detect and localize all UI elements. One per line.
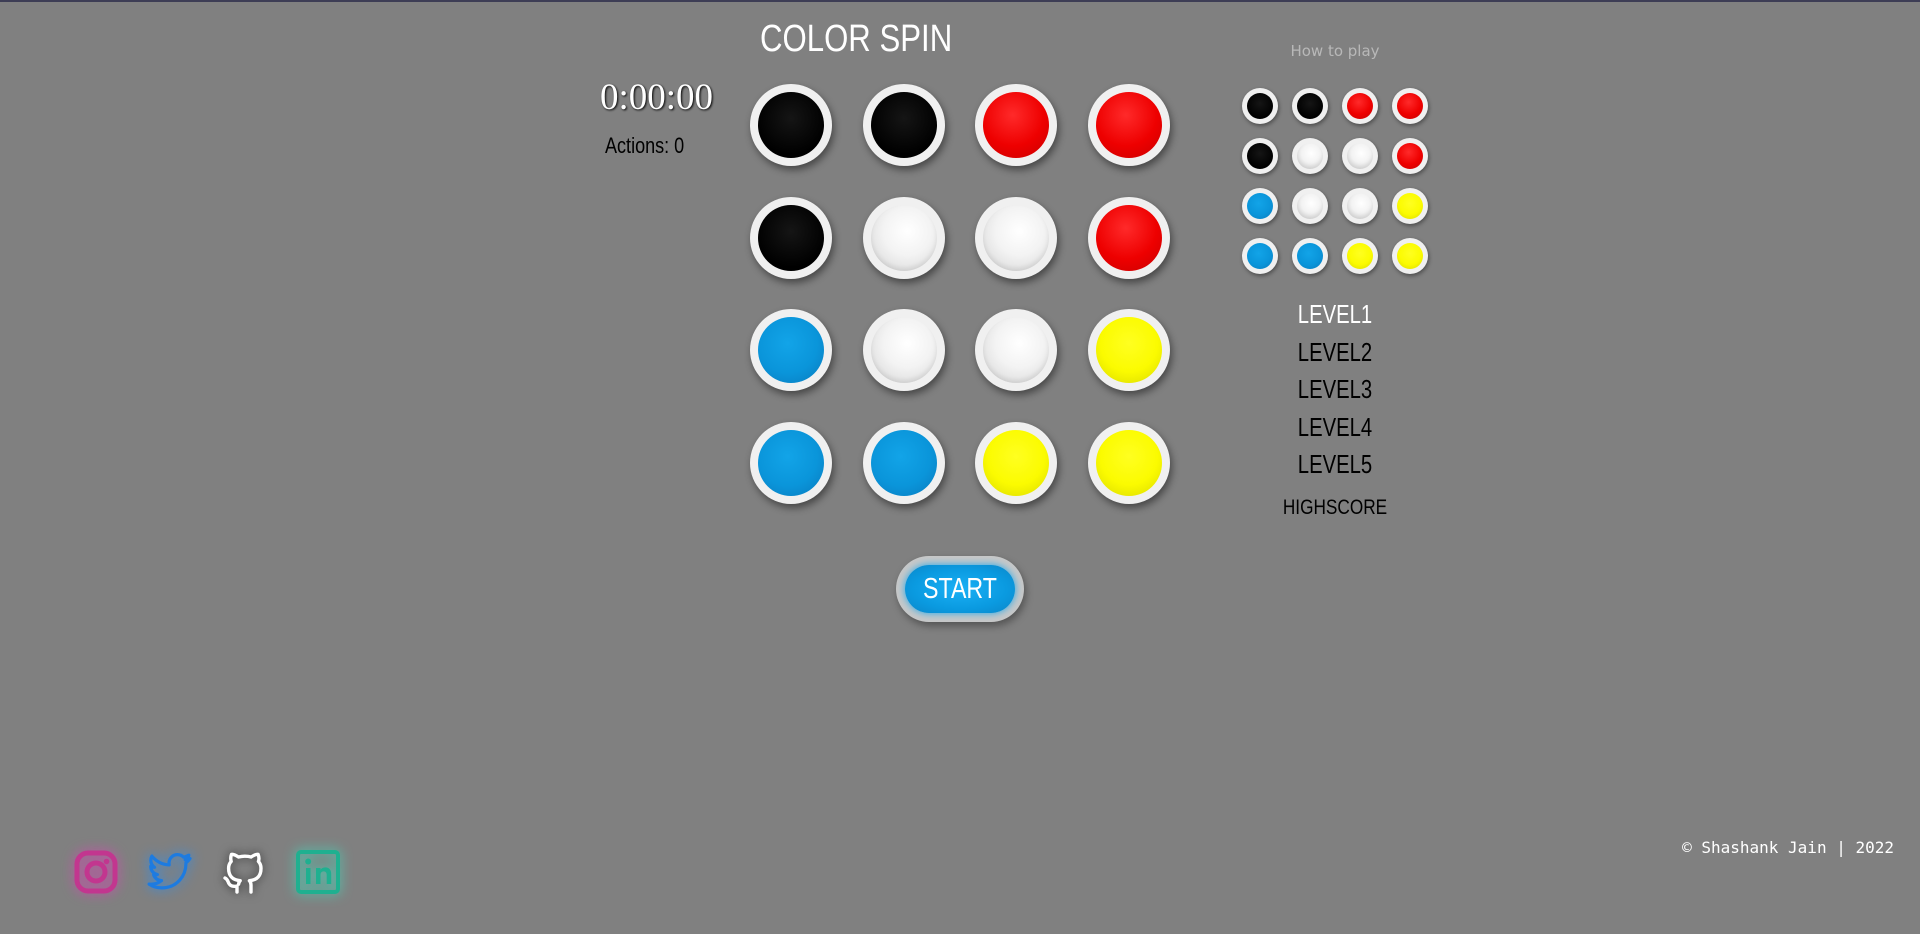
white-target-ball [1297, 193, 1323, 219]
target-cell-r4c2 [1292, 238, 1328, 274]
white-target-ball [1347, 193, 1373, 219]
target-cell-r4c4 [1392, 238, 1428, 274]
black-target-ball [1247, 143, 1273, 169]
board-cell-r2c4[interactable] [1087, 196, 1170, 279]
board-cell-r4c2[interactable] [862, 421, 945, 504]
blue-ball [758, 317, 824, 383]
board-cell-r1c2[interactable] [862, 84, 945, 166]
white-ball [870, 204, 937, 271]
level-2-button[interactable]: LEVEL2 [1277, 334, 1394, 372]
board-cell-r2c1[interactable] [750, 196, 832, 279]
white-ball [870, 317, 937, 383]
level-1-button[interactable]: LEVEL1 [1277, 296, 1394, 334]
yellow-ball [983, 429, 1049, 496]
blue-target-ball [1247, 193, 1273, 219]
github-icon [223, 852, 263, 894]
white-target-ball [1297, 143, 1323, 169]
board-cell-r1c1[interactable] [750, 84, 832, 166]
level-5-button[interactable]: LEVEL5 [1277, 446, 1394, 484]
board-cell-r3c2[interactable] [862, 309, 945, 391]
black-ball [758, 92, 824, 158]
red-target-ball [1397, 143, 1423, 169]
board-cell-r4c3[interactable] [975, 421, 1057, 504]
blue-ball [758, 429, 824, 496]
white-ball [983, 317, 1049, 383]
target-cell-r2c1 [1242, 138, 1278, 174]
board-cell-r2c3[interactable] [975, 196, 1057, 279]
red-target-ball [1397, 93, 1423, 119]
target-cell-r4c1 [1242, 238, 1278, 274]
actions-counter: Actions: 0 [605, 133, 685, 158]
instagram-link[interactable] [70, 846, 122, 898]
target-cell-r1c4 [1392, 88, 1428, 124]
target-cell-r1c1 [1242, 88, 1278, 124]
target-cell-r3c4 [1392, 188, 1428, 224]
linkedin-icon [296, 850, 340, 894]
target-cell-r2c2 [1292, 138, 1328, 174]
black-target-ball [1297, 93, 1323, 119]
yellow-target-ball [1397, 193, 1423, 219]
black-ball [870, 92, 937, 158]
black-ball [758, 204, 824, 271]
red-ball [983, 92, 1049, 158]
yellow-target-ball [1397, 243, 1423, 269]
copyright-text: © Shashank Jain | 2022 [1682, 838, 1894, 857]
yellow-target-ball [1347, 243, 1373, 269]
target-cell-r3c3 [1342, 188, 1378, 224]
target-cell-r3c1 [1242, 188, 1278, 224]
red-target-ball [1347, 93, 1373, 119]
board-cell-r4c1[interactable] [750, 421, 832, 504]
board-cell-r3c3[interactable] [975, 309, 1057, 391]
target-cell-r1c3 [1342, 88, 1378, 124]
level-list: LEVEL1 LEVEL2 LEVEL3 LEVEL4 LEVEL5 [1260, 296, 1410, 484]
target-cell-r4c3 [1342, 238, 1378, 274]
level-4-button[interactable]: LEVEL4 [1277, 409, 1394, 447]
red-ball [1095, 204, 1162, 271]
top-border [0, 0, 1920, 2]
white-ball [983, 204, 1049, 271]
blue-ball [870, 429, 937, 496]
linkedin-link[interactable] [292, 846, 344, 898]
yellow-ball [1095, 429, 1162, 496]
blue-target-ball [1297, 243, 1323, 269]
timer: 0:00:00 [600, 77, 714, 118]
start-button-label: START [923, 573, 997, 605]
white-target-ball [1347, 143, 1373, 169]
highscore-button[interactable]: HIGHSCORE [1274, 496, 1397, 520]
red-ball [1095, 92, 1162, 158]
yellow-ball [1095, 317, 1162, 383]
target-cell-r2c4 [1392, 138, 1428, 174]
twitter-icon [147, 853, 192, 890]
target-cell-r2c3 [1342, 138, 1378, 174]
game-title: COLOR SPIN [760, 18, 953, 60]
board-cell-r4c4[interactable] [1087, 421, 1170, 504]
blue-target-ball [1247, 243, 1273, 269]
twitter-link[interactable] [144, 846, 196, 898]
start-button[interactable]: START [896, 556, 1024, 622]
board-cell-r1c4[interactable] [1087, 84, 1170, 166]
github-link[interactable] [218, 846, 270, 898]
start-button-face: START [905, 565, 1015, 613]
target-cell-r1c2 [1292, 88, 1328, 124]
target-cell-r3c2 [1292, 188, 1328, 224]
level-3-button[interactable]: LEVEL3 [1277, 371, 1394, 409]
how-to-play-link[interactable]: How to play [1290, 42, 1380, 60]
black-target-ball [1247, 93, 1273, 119]
board-cell-r3c4[interactable] [1087, 309, 1170, 391]
board-cell-r1c3[interactable] [975, 84, 1057, 166]
instagram-icon [74, 850, 118, 894]
board-cell-r2c2[interactable] [862, 196, 945, 279]
board-cell-r3c1[interactable] [750, 309, 832, 391]
